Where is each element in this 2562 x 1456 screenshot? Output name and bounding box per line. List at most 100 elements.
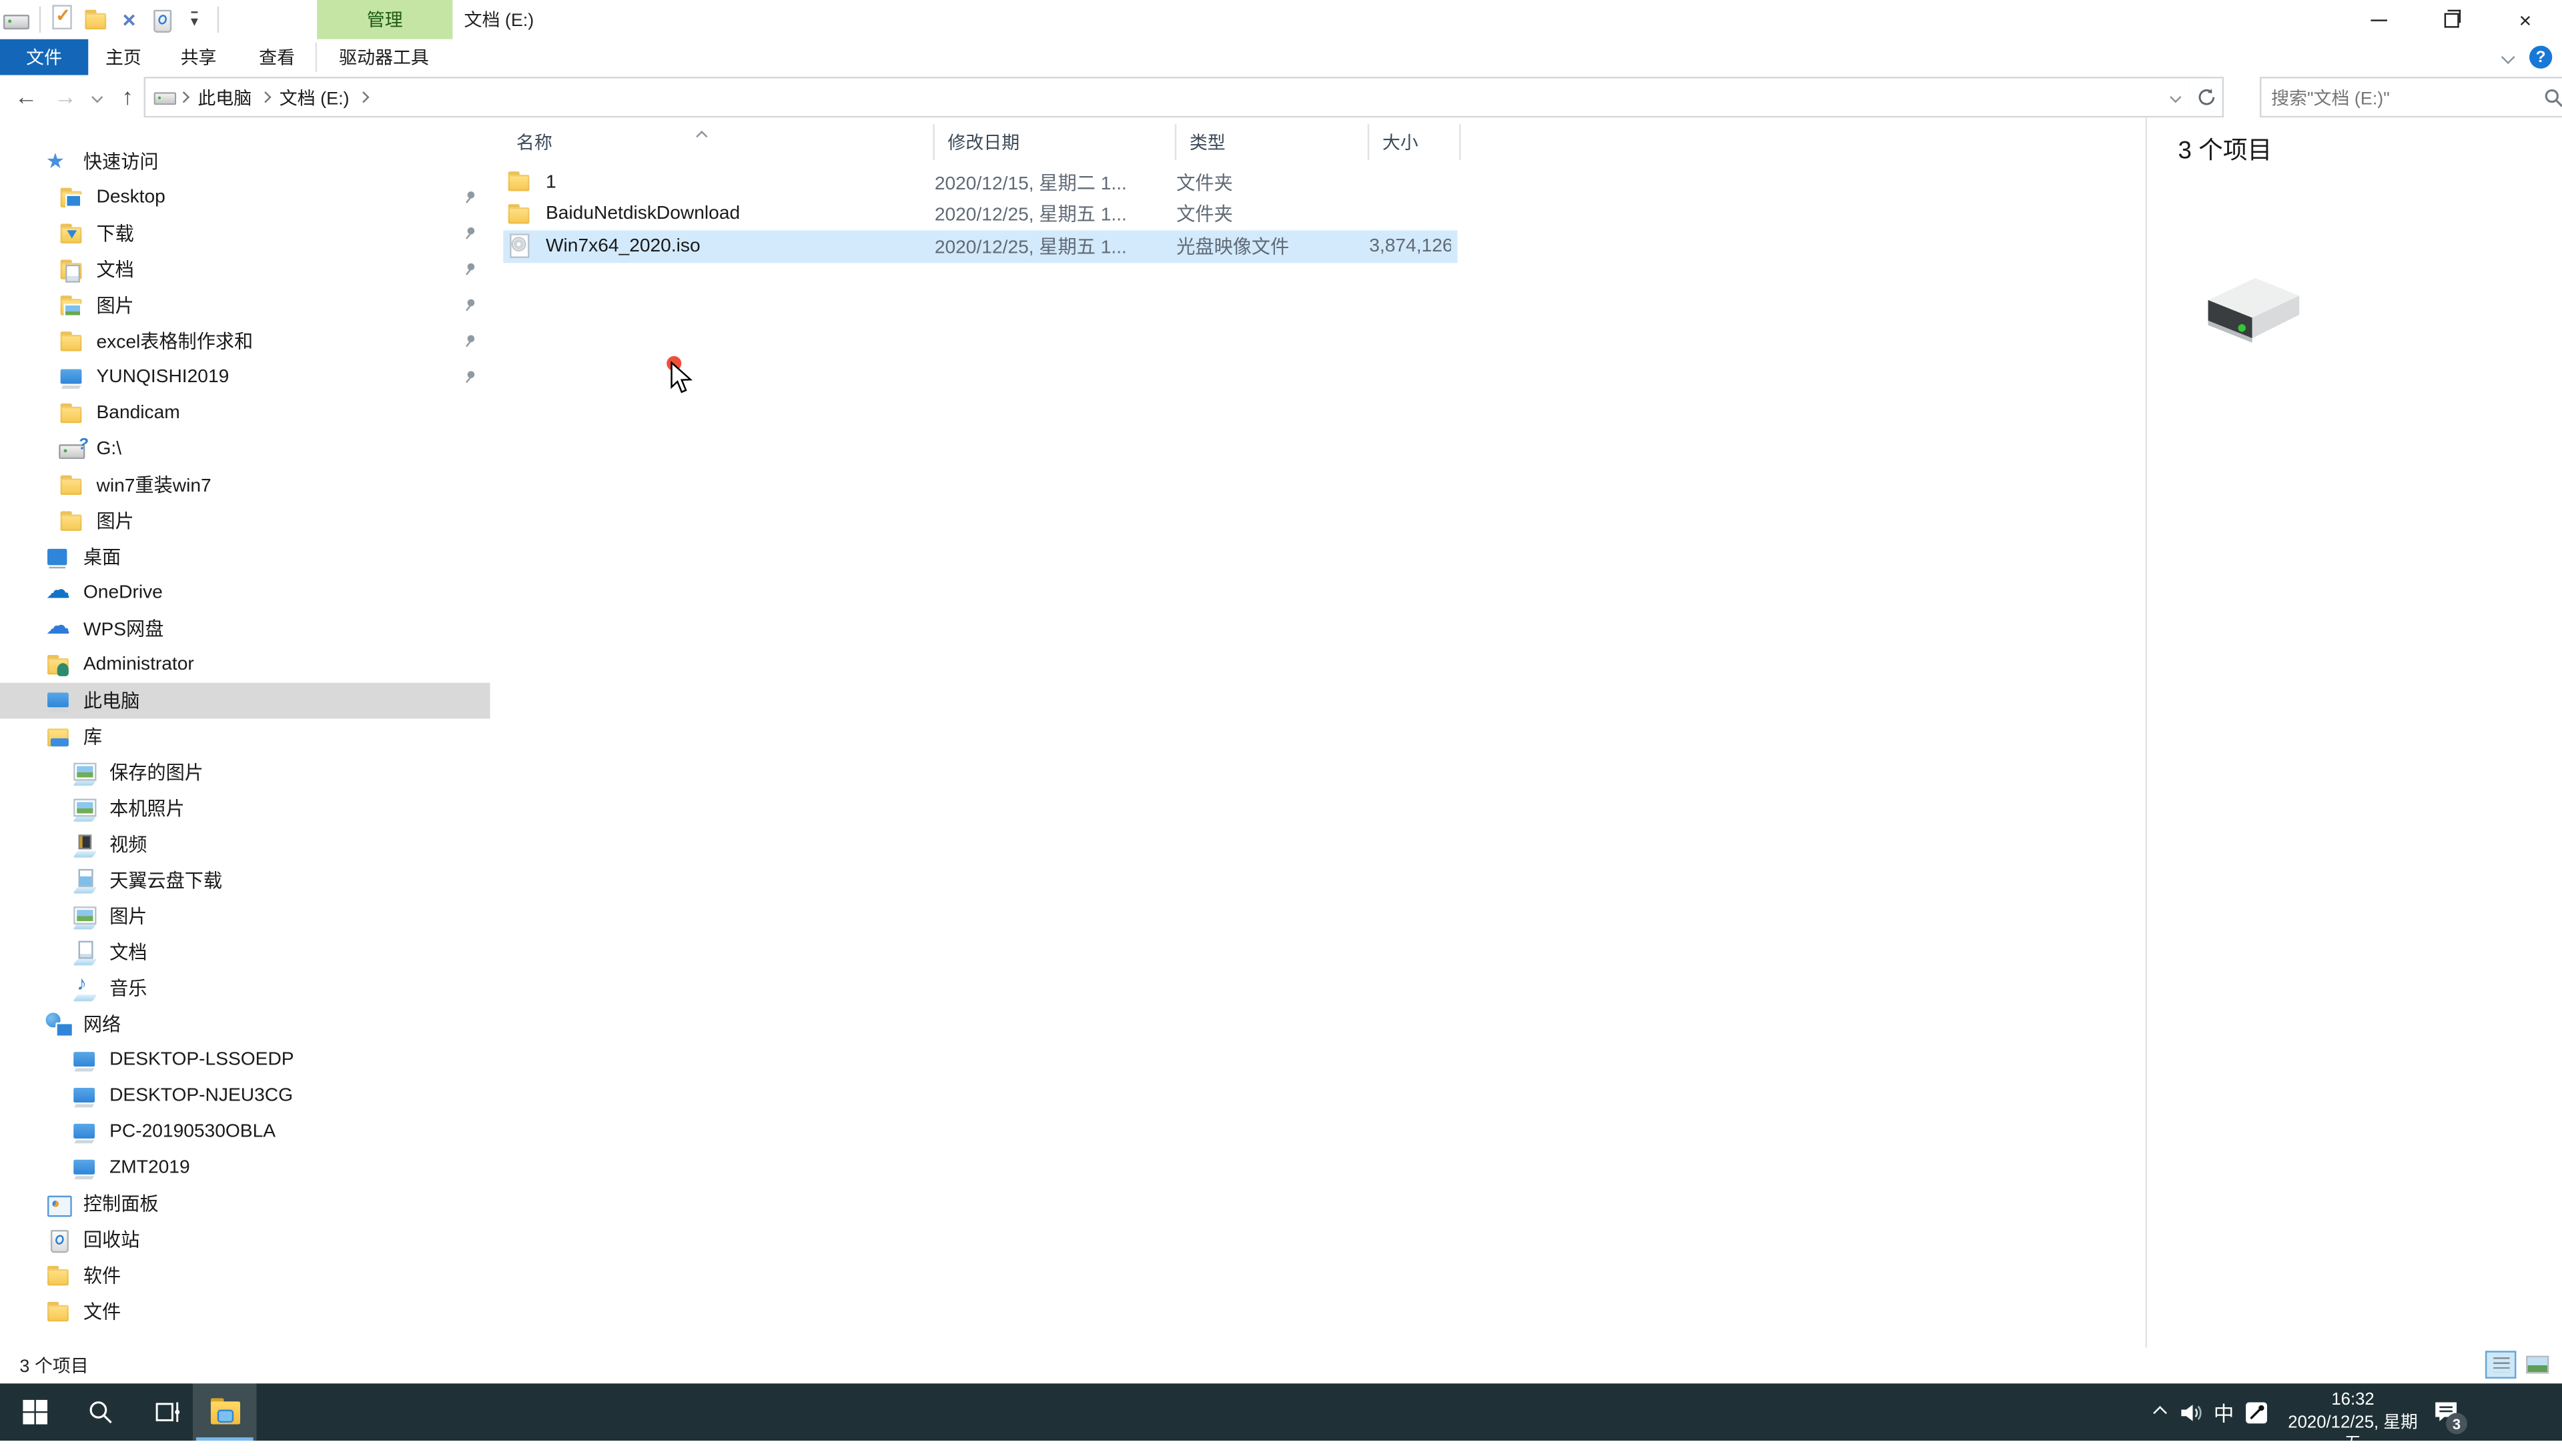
tab-home[interactable]: 主页 bbox=[88, 39, 158, 75]
qat-customize-button[interactable]: ▾ bbox=[178, 1, 211, 37]
sidebar-item-documents[interactable]: 文档 bbox=[0, 251, 490, 287]
column-header-type[interactable]: 类型 bbox=[1176, 124, 1370, 160]
search-placeholder: 搜索"文档 (E:)" bbox=[2271, 89, 2390, 109]
sidebar-item-quick-access[interactable]: 快速访问 bbox=[0, 144, 490, 180]
sidebar-item-label: 文件 bbox=[83, 1303, 121, 1323]
breadcrumb[interactable]: 此电脑 文档 (E:) bbox=[143, 77, 2206, 118]
sidebar-item-music[interactable]: 音乐 bbox=[0, 970, 490, 1006]
taskbar-clock[interactable]: 16:32 2020/12/25, 星期五 bbox=[2284, 1390, 2422, 1454]
tab-drive-tools[interactable]: 驱动器工具 bbox=[316, 39, 453, 75]
file-date: 2020/12/25, 星期五 1... bbox=[934, 237, 1127, 258]
sidebar-item-recycle-bin[interactable]: 回收站 bbox=[0, 1222, 490, 1258]
qat-new-folder-button[interactable] bbox=[80, 1, 113, 37]
sidebar-item-files[interactable]: 文件 bbox=[0, 1294, 490, 1330]
history-dropdown-button[interactable] bbox=[85, 77, 107, 116]
tab-view[interactable]: 查看 bbox=[239, 39, 316, 75]
tab-share[interactable]: 共享 bbox=[159, 39, 239, 75]
sidebar-item-win7-folder[interactable]: win7重装win7 bbox=[0, 467, 490, 503]
hidden-icons-button[interactable] bbox=[2144, 1383, 2176, 1441]
taskbar-search-button[interactable] bbox=[75, 1383, 124, 1441]
search-input[interactable]: 搜索"文档 (E:)" bbox=[2259, 77, 2562, 118]
contextual-tab-group[interactable]: 管理 bbox=[317, 0, 453, 39]
address-dropdown-button[interactable] bbox=[2160, 77, 2192, 118]
ime-mode-button[interactable] bbox=[2238, 1383, 2274, 1441]
restore-button[interactable] bbox=[2415, 0, 2489, 39]
sidebar-item-label: 文档 bbox=[96, 261, 134, 281]
close-button[interactable]: × bbox=[2489, 0, 2562, 39]
volume-button[interactable] bbox=[2173, 1383, 2209, 1441]
chevron-up-icon bbox=[2153, 1405, 2167, 1419]
ime-language-button[interactable]: 中 bbox=[2206, 1383, 2242, 1441]
sidebar-item-videos[interactable]: 视频 bbox=[0, 826, 490, 862]
file-row[interactable]: BaiduNetdiskDownload 2020/12/25, 星期五 1..… bbox=[503, 199, 1457, 231]
folder-icon bbox=[46, 1299, 72, 1324]
file-row[interactable]: 1 2020/12/15, 星期二 1... 文件夹 bbox=[503, 167, 1457, 199]
sidebar-item-administrator[interactable]: Administrator bbox=[0, 647, 490, 683]
sidebar-item-g-drive[interactable]: ? G:\ bbox=[0, 432, 490, 468]
chevron-right-icon bbox=[357, 91, 370, 103]
qat-delete-button[interactable]: × bbox=[113, 1, 145, 37]
sidebar-item-onedrive[interactable]: OneDrive bbox=[0, 575, 490, 611]
notification-badge: 3 bbox=[2446, 1413, 2467, 1435]
tray-date: 2020/12/25, 星期五 bbox=[2288, 1412, 2418, 1454]
taskbar-file-explorer-button[interactable] bbox=[192, 1383, 257, 1441]
sidebar-item-yunqishi2019[interactable]: YUNQISHI2019 bbox=[0, 359, 490, 396]
sidebar-item-desktop-njeu3cg[interactable]: DESKTOP-NJEU3CG bbox=[0, 1078, 490, 1114]
column-header-name[interactable]: 名称 bbox=[490, 124, 935, 160]
forward-button[interactable]: → bbox=[46, 77, 85, 116]
column-header-size[interactable]: 大小 bbox=[1369, 124, 1461, 160]
sidebar-item-wps-cloud[interactable]: WPS网盘 bbox=[0, 611, 490, 647]
sidebar-item-libraries[interactable]: 库 bbox=[0, 719, 490, 755]
sidebar-item-zmt2019[interactable]: ZMT2019 bbox=[0, 1150, 490, 1186]
sidebar-item-camera-roll[interactable]: 本机照片 bbox=[0, 790, 490, 826]
sidebar-item-lib-pictures[interactable]: 图片 bbox=[0, 898, 490, 934]
sidebar-item-downloads[interactable]: 下载 bbox=[0, 215, 490, 251]
collapse-ribbon-icon[interactable] bbox=[2501, 50, 2515, 65]
start-button[interactable] bbox=[10, 1383, 59, 1441]
folder-desktop-icon bbox=[59, 185, 85, 210]
computer-icon bbox=[72, 1156, 98, 1181]
pin-icon bbox=[466, 371, 475, 384]
breadcrumb-current-drive[interactable]: 文档 (E:) bbox=[272, 84, 358, 110]
sidebar-item-desktop-root[interactable]: 桌面 bbox=[0, 539, 490, 575]
sidebar-item-label: 库 bbox=[83, 728, 103, 748]
sidebar-item-pictures[interactable]: 图片 bbox=[0, 287, 490, 323]
sidebar-item-cloud-download[interactable]: 天翼云盘下载 bbox=[0, 862, 490, 898]
sidebar-item-network[interactable]: 网络 bbox=[0, 1006, 490, 1042]
up-button[interactable]: ↑ bbox=[108, 77, 147, 116]
desktop-icon bbox=[46, 545, 72, 570]
help-icon[interactable]: ? bbox=[2529, 45, 2553, 69]
sidebar-item-label: DESKTOP-NJEU3CG bbox=[109, 1086, 294, 1106]
details-view-button[interactable] bbox=[2485, 1351, 2517, 1379]
file-row-selected[interactable]: Win7x64_2020.iso 2020/12/25, 星期五 1... 光盘… bbox=[503, 230, 1458, 263]
sidebar-item-excel-folder[interactable]: excel表格制作求和 bbox=[0, 323, 490, 359]
refresh-button[interactable] bbox=[2189, 77, 2224, 118]
qat-recycle-button[interactable] bbox=[145, 1, 178, 37]
breadcrumb-this-pc[interactable]: 此电脑 bbox=[189, 84, 260, 110]
sidebar-item-label: 快速访问 bbox=[83, 153, 159, 173]
sidebar-item-lib-documents[interactable]: 文档 bbox=[0, 934, 490, 970]
library-pictures-icon bbox=[72, 760, 98, 785]
control-panel-icon bbox=[46, 1192, 72, 1217]
column-header-date[interactable]: 修改日期 bbox=[935, 124, 1177, 160]
sidebar-item-bandicam[interactable]: Bandicam bbox=[0, 396, 490, 432]
qat-properties-button[interactable]: ✓ bbox=[47, 1, 80, 37]
minimize-button[interactable] bbox=[2341, 0, 2415, 39]
sidebar-item-saved-pictures[interactable]: 保存的图片 bbox=[0, 754, 490, 790]
thumbnail-view-button[interactable] bbox=[2521, 1351, 2553, 1379]
this-pc-icon bbox=[46, 688, 72, 713]
computer-icon bbox=[59, 365, 85, 390]
sidebar-item-software[interactable]: 软件 bbox=[0, 1258, 490, 1294]
sidebar-item-pictures-2[interactable]: 图片 bbox=[0, 503, 490, 539]
tab-file[interactable]: 文件 bbox=[0, 39, 89, 75]
sidebar-item-desktop-lssoedp[interactable]: DESKTOP-LSSOEDP bbox=[0, 1042, 490, 1078]
sidebar-item-this-pc[interactable]: 此电脑 bbox=[0, 682, 490, 719]
back-button[interactable]: ← bbox=[7, 77, 46, 116]
sidebar-item-desktop-folder[interactable]: Desktop bbox=[0, 179, 490, 215]
sidebar-item-pc-20190530obla[interactable]: PC-20190530OBLA bbox=[0, 1114, 490, 1150]
task-view-button[interactable] bbox=[144, 1383, 193, 1441]
file-type: 文件夹 bbox=[1176, 206, 1233, 226]
sidebar-item-control-panel[interactable]: 控制面板 bbox=[0, 1186, 490, 1222]
drive-icon bbox=[3, 7, 30, 32]
status-bar: 3 个项目 bbox=[0, 1347, 2562, 1384]
